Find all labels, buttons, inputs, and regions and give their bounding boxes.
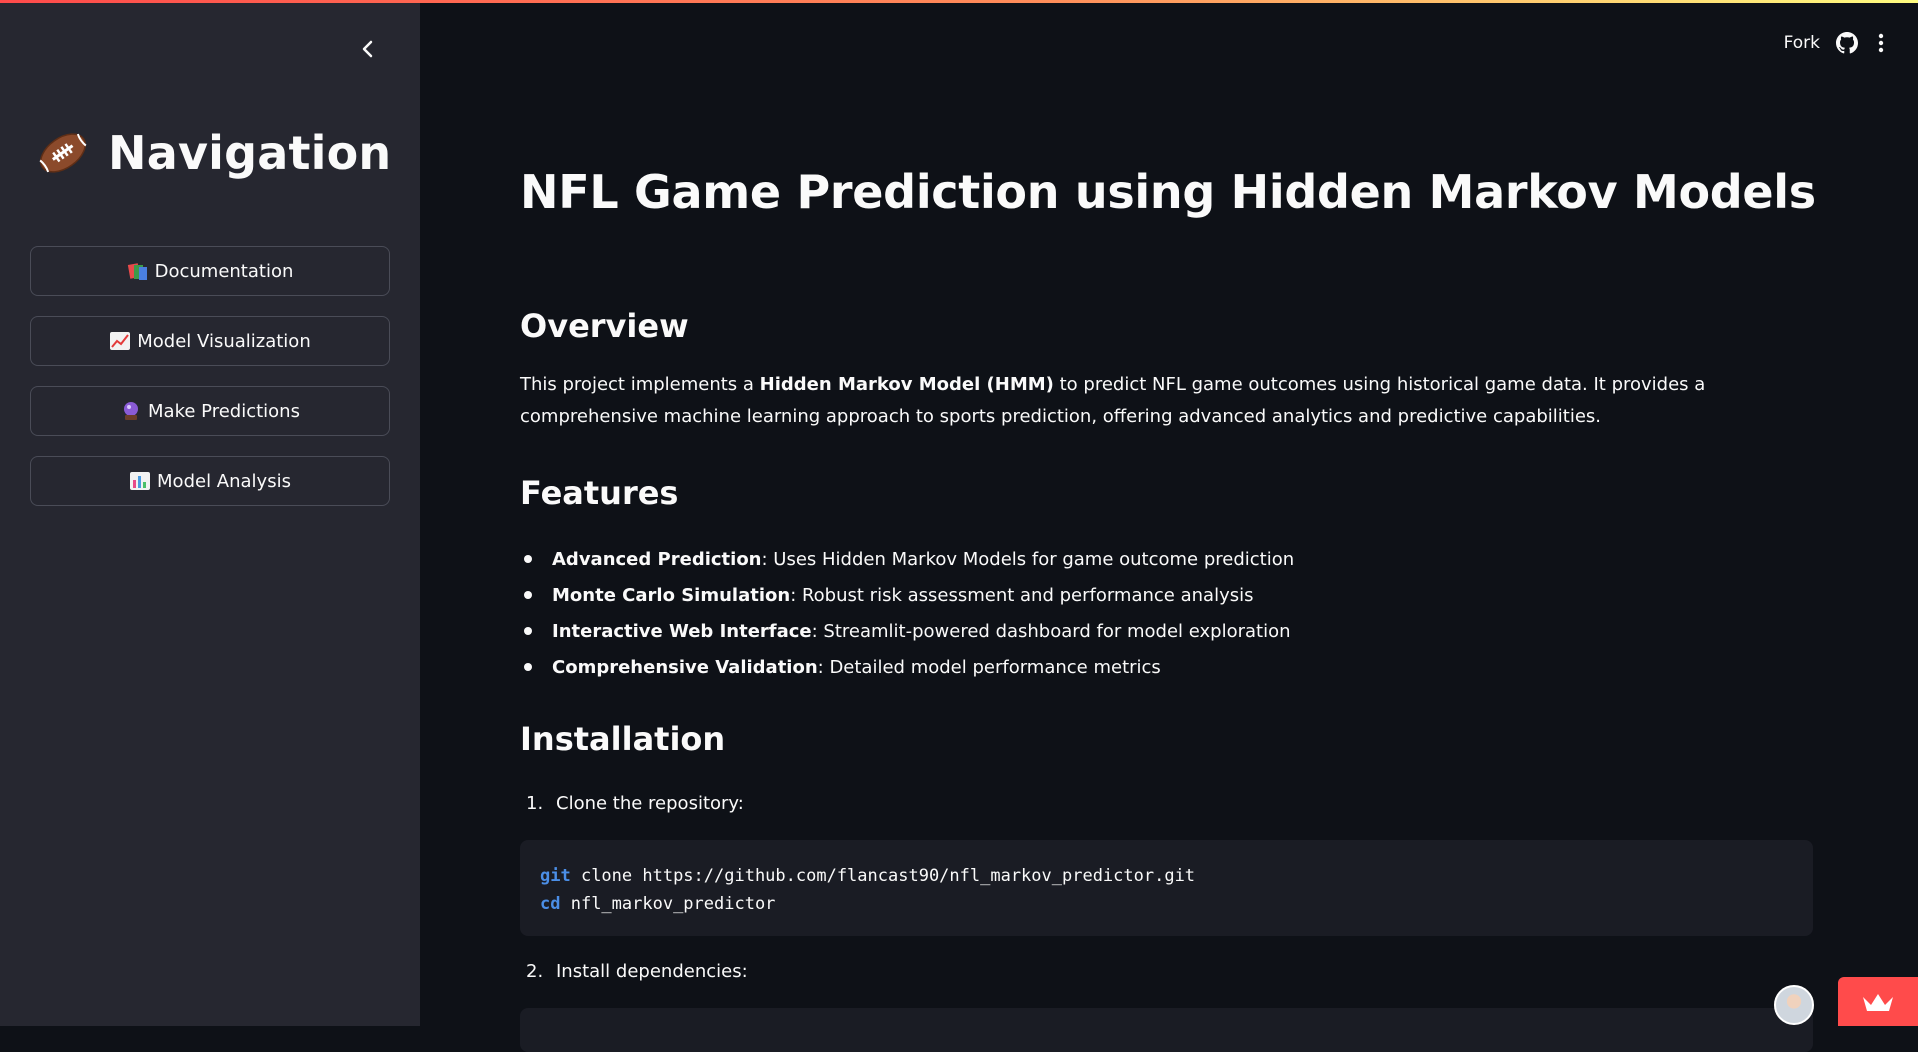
sidebar-title: Navigation [36,126,391,180]
list-item: Comprehensive Validation: Detailed model… [520,649,1813,685]
overview-paragraph: This project implements a Hidden Markov … [520,374,1706,427]
nav-button-documentation[interactable]: Documentation [30,246,390,296]
install-step-1: 1. Clone the repository: [526,793,744,814]
nav-button-model-visualization[interactable]: Model Visualization [30,316,390,366]
bullet [524,663,532,671]
code-block[interactable]: git clone https://github.com/flancast90/… [520,840,1813,936]
bullet [524,627,532,635]
list-item: Advanced Prediction: Uses Hidden Markov … [520,541,1813,577]
code-line: cd nfl_markov_predictor [540,894,776,914]
bullet [524,591,532,599]
overview-heading: Overview [520,307,689,345]
chevron-left-icon [362,40,373,58]
american-football-icon [39,133,87,173]
nav-button-make-predictions[interactable]: Make Predictions [30,386,390,436]
crystal-ball-icon [120,401,142,421]
sidebar-title-text: Navigation [108,126,392,180]
code-block-2[interactable] [520,1008,1813,1052]
code-line: git clone https://github.com/flancast90/… [540,866,1196,886]
sidebar: Navigation Documentation Model Visualiza… [0,0,420,1026]
list-item: Interactive Web Interface: Streamlit-pow… [520,613,1813,649]
nav-button-label: Model Visualization [137,330,311,352]
nav-button-label: Model Analysis [157,470,291,492]
top-decoration-stripe [0,0,1918,3]
avatar[interactable] [1774,985,1814,1025]
list-item: Monte Carlo Simulation: Robust risk asse… [520,577,1813,613]
chart-increasing-icon [109,331,131,351]
bullet [524,555,532,563]
features-list: Advanced Prediction: Uses Hidden Markov … [520,541,1813,685]
more-menu-icon[interactable] [1874,32,1888,54]
fork-link[interactable]: Fork [1784,33,1820,53]
installation-heading: Installation [520,720,726,758]
bar-chart-icon [129,471,151,491]
collapse-sidebar-button[interactable] [355,36,381,62]
books-icon [127,261,149,281]
page-title: NFL Game Prediction using Hidden Markov … [520,165,1816,219]
github-icon[interactable] [1836,32,1858,54]
nav-button-label: Make Predictions [148,400,300,422]
crown-icon [1863,993,1893,1011]
streamlit-badge[interactable] [1838,977,1918,1026]
nav-button-model-analysis[interactable]: Model Analysis [30,456,390,506]
main-content: Fork NFL Game Prediction using Hidden Ma… [420,0,1918,1052]
header-toolbar: Fork [1784,32,1888,54]
features-heading: Features [520,474,679,512]
nav-button-label: Documentation [154,260,294,282]
install-step-2: 2. Install dependencies: [526,961,748,982]
